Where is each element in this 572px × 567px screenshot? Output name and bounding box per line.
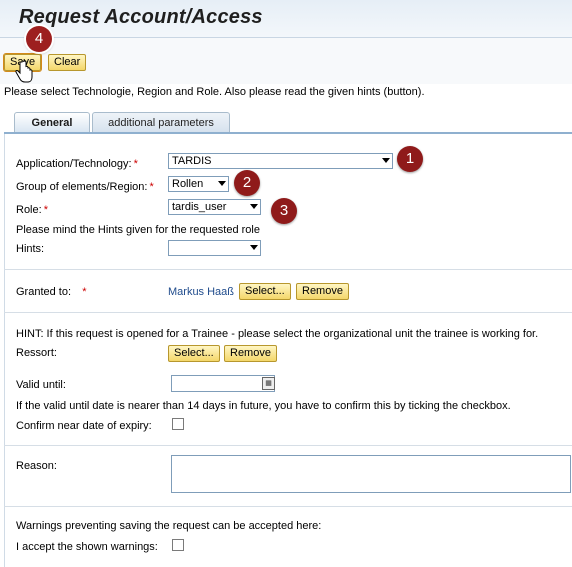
hints-label: Hints: xyxy=(16,243,45,255)
page-header: Request Account/Access xyxy=(0,0,572,38)
calendar-icon[interactable]: ▦ xyxy=(262,377,275,390)
warnings-hint-text: Warnings preventing saving the request c… xyxy=(16,520,322,532)
ressort-select-button[interactable]: Select... xyxy=(168,345,220,362)
valid-until-input[interactable] xyxy=(171,375,275,392)
tab-general[interactable]: General xyxy=(14,112,90,132)
divider xyxy=(4,312,572,313)
accept-warnings-checkbox[interactable] xyxy=(172,539,184,551)
required-marker: * xyxy=(43,204,48,216)
required-marker: * xyxy=(133,158,138,170)
role-label: Role: * xyxy=(16,204,48,216)
hand-cursor-icon xyxy=(15,60,33,83)
annotation-badge-4: 4 xyxy=(26,26,52,52)
trainee-hint-text: HINT: If this request is opened for a Tr… xyxy=(16,328,539,340)
required-marker: * xyxy=(149,181,154,193)
divider xyxy=(4,269,572,270)
application-select[interactable]: TARDIS xyxy=(168,153,393,169)
granted-to-person: Markus Haaß xyxy=(168,286,235,298)
clear-button[interactable]: Clear xyxy=(48,54,87,71)
reason-textarea[interactable] xyxy=(171,455,571,493)
divider xyxy=(4,506,572,507)
tab-additional-parameters[interactable]: additional parameters xyxy=(92,112,230,132)
granted-to-select-button[interactable]: Select... xyxy=(239,283,291,300)
chevron-down-icon xyxy=(218,181,226,186)
application-label: Application/Technology: * xyxy=(16,158,138,170)
annotation-badge-1: 1 xyxy=(397,146,423,172)
group-label: Group of elements/Region: * xyxy=(16,181,154,193)
ressort-remove-button[interactable]: Remove xyxy=(224,345,277,362)
valid-until-hint-text: If the valid until date is nearer than 1… xyxy=(16,400,511,412)
hints-select[interactable] xyxy=(168,240,261,256)
granted-to-remove-button[interactable]: Remove xyxy=(296,283,349,300)
chevron-down-icon xyxy=(250,204,258,209)
required-marker: * xyxy=(82,286,87,298)
annotation-badge-3: 3 xyxy=(271,198,297,224)
role-select[interactable]: tardis_user xyxy=(168,199,261,215)
reason-label: Reason: xyxy=(16,460,57,472)
chevron-down-icon xyxy=(250,245,258,250)
page-title: Request Account/Access xyxy=(19,6,263,28)
ressort-label: Ressort: xyxy=(16,347,57,359)
divider xyxy=(4,445,572,446)
role-hint-text: Please mind the Hints given for the requ… xyxy=(16,224,260,236)
tab-bar: General additional parameters xyxy=(4,112,572,133)
instructions-text: Please select Technologie, Region and Ro… xyxy=(4,86,425,98)
granted-to-label: Granted to: * xyxy=(16,286,87,298)
annotation-badge-2: 2 xyxy=(234,170,260,196)
toolbar: Save Clear xyxy=(0,38,572,84)
confirm-expiry-label: Confirm near date of expiry: xyxy=(16,420,152,432)
valid-until-label: Valid until: xyxy=(16,379,66,391)
accept-warnings-label: I accept the shown warnings: xyxy=(16,541,158,553)
group-select[interactable]: Rollen xyxy=(168,176,229,192)
confirm-expiry-checkbox[interactable] xyxy=(172,418,184,430)
chevron-down-icon xyxy=(382,158,390,163)
